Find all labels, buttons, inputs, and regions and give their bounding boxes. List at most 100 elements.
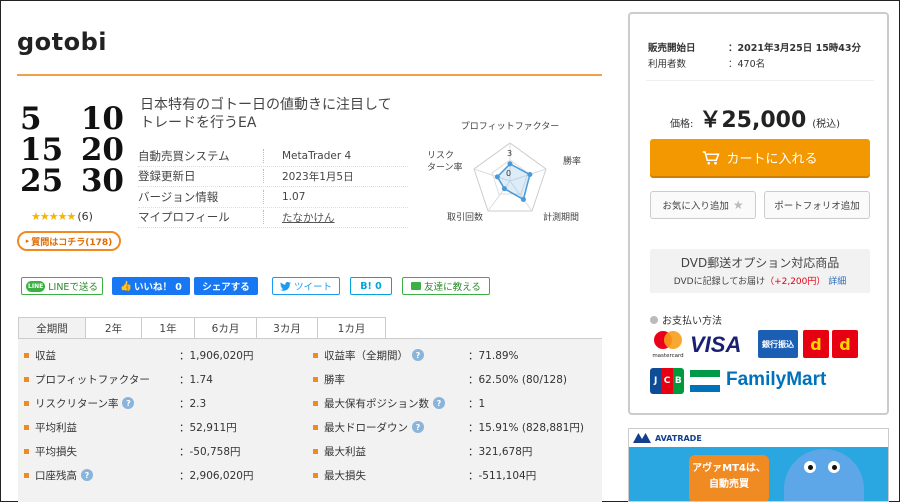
stat-label: 口座残高 xyxy=(35,469,77,482)
avatrade-logo-icon xyxy=(633,433,651,443)
add-to-cart-button[interactable]: カートに入れる xyxy=(650,139,870,176)
description-line: トレードを行うEA xyxy=(140,115,257,131)
star-icon: ★ xyxy=(732,198,744,212)
bullet-icon xyxy=(24,376,29,382)
ad-brand: AVATRADE xyxy=(655,433,702,443)
tab-3-months[interactable]: 3カ月 xyxy=(256,317,318,338)
chevron-right-icon: ▸ xyxy=(25,237,30,245)
help-icon[interactable]: ? xyxy=(412,349,424,361)
dvd-price: （+2,200円） xyxy=(765,277,826,287)
stat-value: ：71.89% xyxy=(468,349,519,362)
bullet-icon xyxy=(313,376,318,382)
star-icons: ★★★★★ xyxy=(31,210,76,223)
thumbs-up-icon: 👍 xyxy=(120,280,132,292)
share-label: シェアする xyxy=(202,282,250,293)
spec-label: 自動売買システム xyxy=(138,148,230,163)
stat-row: 勝率 ：62.50% (80/128) xyxy=(313,367,584,391)
spec-value: 1.07 xyxy=(282,190,306,203)
help-icon[interactable]: ? xyxy=(412,421,424,433)
stat-row: 収益 ：1,906,020円 xyxy=(24,343,253,367)
stat-value: ：1 xyxy=(468,397,486,410)
rating-stars[interactable]: ★★★★★ (6) xyxy=(31,210,93,223)
user-count-label: 利用者数 xyxy=(648,59,687,70)
period-tabs: 全期間 2年 1年 6カ月 3カ月 1カ月 xyxy=(18,317,386,338)
stat-row: 最大損失 ：-511,104円 xyxy=(313,463,584,487)
tab-1-year[interactable]: 1年 xyxy=(141,317,195,338)
spec-label: バージョン情報 xyxy=(138,189,219,204)
add-portfolio-button[interactable]: ポートフォリオ追加 xyxy=(764,191,870,219)
tweet-button[interactable]: ツイート xyxy=(272,277,340,295)
tab-all-period[interactable]: 全期間 xyxy=(18,317,86,338)
payment-heading: お支払い方法 xyxy=(650,312,722,327)
mastercard-label: mastercard xyxy=(652,353,683,359)
bullet-icon xyxy=(24,472,29,478)
dvd-title: DVD郵送オプション対応商品 xyxy=(680,256,840,270)
ad-banner[interactable]: AVATRADE アヴァMT4は、 自動売買 xyxy=(628,428,889,502)
description-line: 日本特有のゴトー日の値動きに注目して xyxy=(140,97,392,113)
stat-row: 収益率（全期間）? ：71.89% xyxy=(313,343,584,367)
stat-value: ：-50,758円 xyxy=(179,445,241,458)
stat-value: ：1,906,020円 xyxy=(179,349,254,362)
page-title: gotobi xyxy=(17,28,108,56)
facebook-share-button[interactable]: シェアする xyxy=(194,277,258,295)
stat-label: 勝率 xyxy=(324,373,345,386)
stat-label-wrap: リスクリターン率? xyxy=(35,396,179,411)
stat-label-wrap: 最大損失 xyxy=(324,468,468,483)
stat-label-wrap: 最大ドローダウン? xyxy=(324,420,468,435)
stat-label-wrap: プロフィットファクター xyxy=(35,372,179,387)
tab-6-months[interactable]: 6カ月 xyxy=(194,317,257,338)
add-favorite-button[interactable]: お気に入り追加 ★ xyxy=(650,191,756,219)
ad-line: 自動売買 xyxy=(709,479,749,490)
tab-2-years[interactable]: 2年 xyxy=(85,317,142,338)
radar-label-left: リスク xyxy=(427,150,454,161)
bullet-icon xyxy=(24,448,29,454)
stat-row: 最大利益 ：321,678円 xyxy=(313,439,584,463)
bank-transfer-logo: 銀行振込 xyxy=(758,330,798,358)
stat-label-wrap: 最大利益 xyxy=(324,444,468,459)
help-icon[interactable]: ? xyxy=(81,469,93,481)
radar-point xyxy=(494,174,500,180)
jcb-letter: C xyxy=(661,368,673,394)
spec-value: 2023年1月5日 xyxy=(282,170,354,183)
bullet-icon xyxy=(24,424,29,430)
portfolio-label: ポートフォリオ追加 xyxy=(774,201,860,212)
radar-label-right: 勝率 xyxy=(563,155,581,167)
tweet-label: ツイート xyxy=(293,282,332,293)
stat-label-wrap: 勝率 xyxy=(324,372,468,387)
stat-value: ：2,906,020円 xyxy=(179,469,254,482)
question-button[interactable]: ▸ 質問はコチラ(178) xyxy=(17,231,121,251)
bullet-icon xyxy=(313,352,318,358)
price-value: ￥25,000 xyxy=(699,108,807,133)
stat-row: 最大保有ポジション数? ：1 xyxy=(313,391,584,415)
dvd-detail-link[interactable]: 詳細 xyxy=(828,277,846,287)
hippo-mascot-icon xyxy=(784,449,864,501)
familymart-icon xyxy=(690,370,720,392)
logo-number: 30 xyxy=(80,163,124,199)
stat-value: ：2.3 xyxy=(179,397,207,410)
help-icon[interactable]: ? xyxy=(433,397,445,409)
line-share-button[interactable]: LINE LINEで送る xyxy=(21,277,103,295)
stat-value: ：62.50% (80/128) xyxy=(468,373,568,386)
price: 価格: ￥25,000 (税込) xyxy=(670,102,840,134)
profile-link[interactable]: たなかけん xyxy=(282,210,335,225)
tab-1-month[interactable]: 1カ月 xyxy=(317,317,386,338)
sale-start-label: 販売開始日 xyxy=(648,43,696,54)
jcb-letter: B xyxy=(672,368,684,394)
hatena-bookmark-button[interactable]: B! 0 xyxy=(350,277,392,295)
cart-icon xyxy=(703,150,721,165)
help-icon[interactable]: ? xyxy=(122,397,135,409)
mastercard-logo: mastercard xyxy=(652,331,684,359)
spec-row: バージョン情報 1.07 xyxy=(138,187,408,208)
stat-row: 平均利益 ：52,911円 xyxy=(24,415,253,439)
stats-column-left: 収益 ：1,906,020円 プロフィットファクター ：1.74 リスクリターン率? ：2… xyxy=(24,343,253,487)
ad-line: アヴァMT4は、 xyxy=(692,463,766,474)
stat-label: 収益 xyxy=(35,349,56,362)
stats-column-right: 収益率（全期間）? ：71.89% 勝率 ：62.50% (80/128) 最大保有ポジ… xyxy=(313,343,584,487)
spec-value: MetaTrader 4 xyxy=(282,149,352,162)
facebook-like-button[interactable]: 👍 いいね！ 0 xyxy=(112,277,190,295)
line-icon: LINE xyxy=(26,280,46,292)
stat-label-wrap: 口座残高? xyxy=(35,468,179,483)
tell-friend-button[interactable]: 友達に教える xyxy=(402,277,490,295)
line-share-label: LINEで送る xyxy=(48,282,98,293)
stat-value: ：15.91% (828,881円) xyxy=(468,421,584,434)
